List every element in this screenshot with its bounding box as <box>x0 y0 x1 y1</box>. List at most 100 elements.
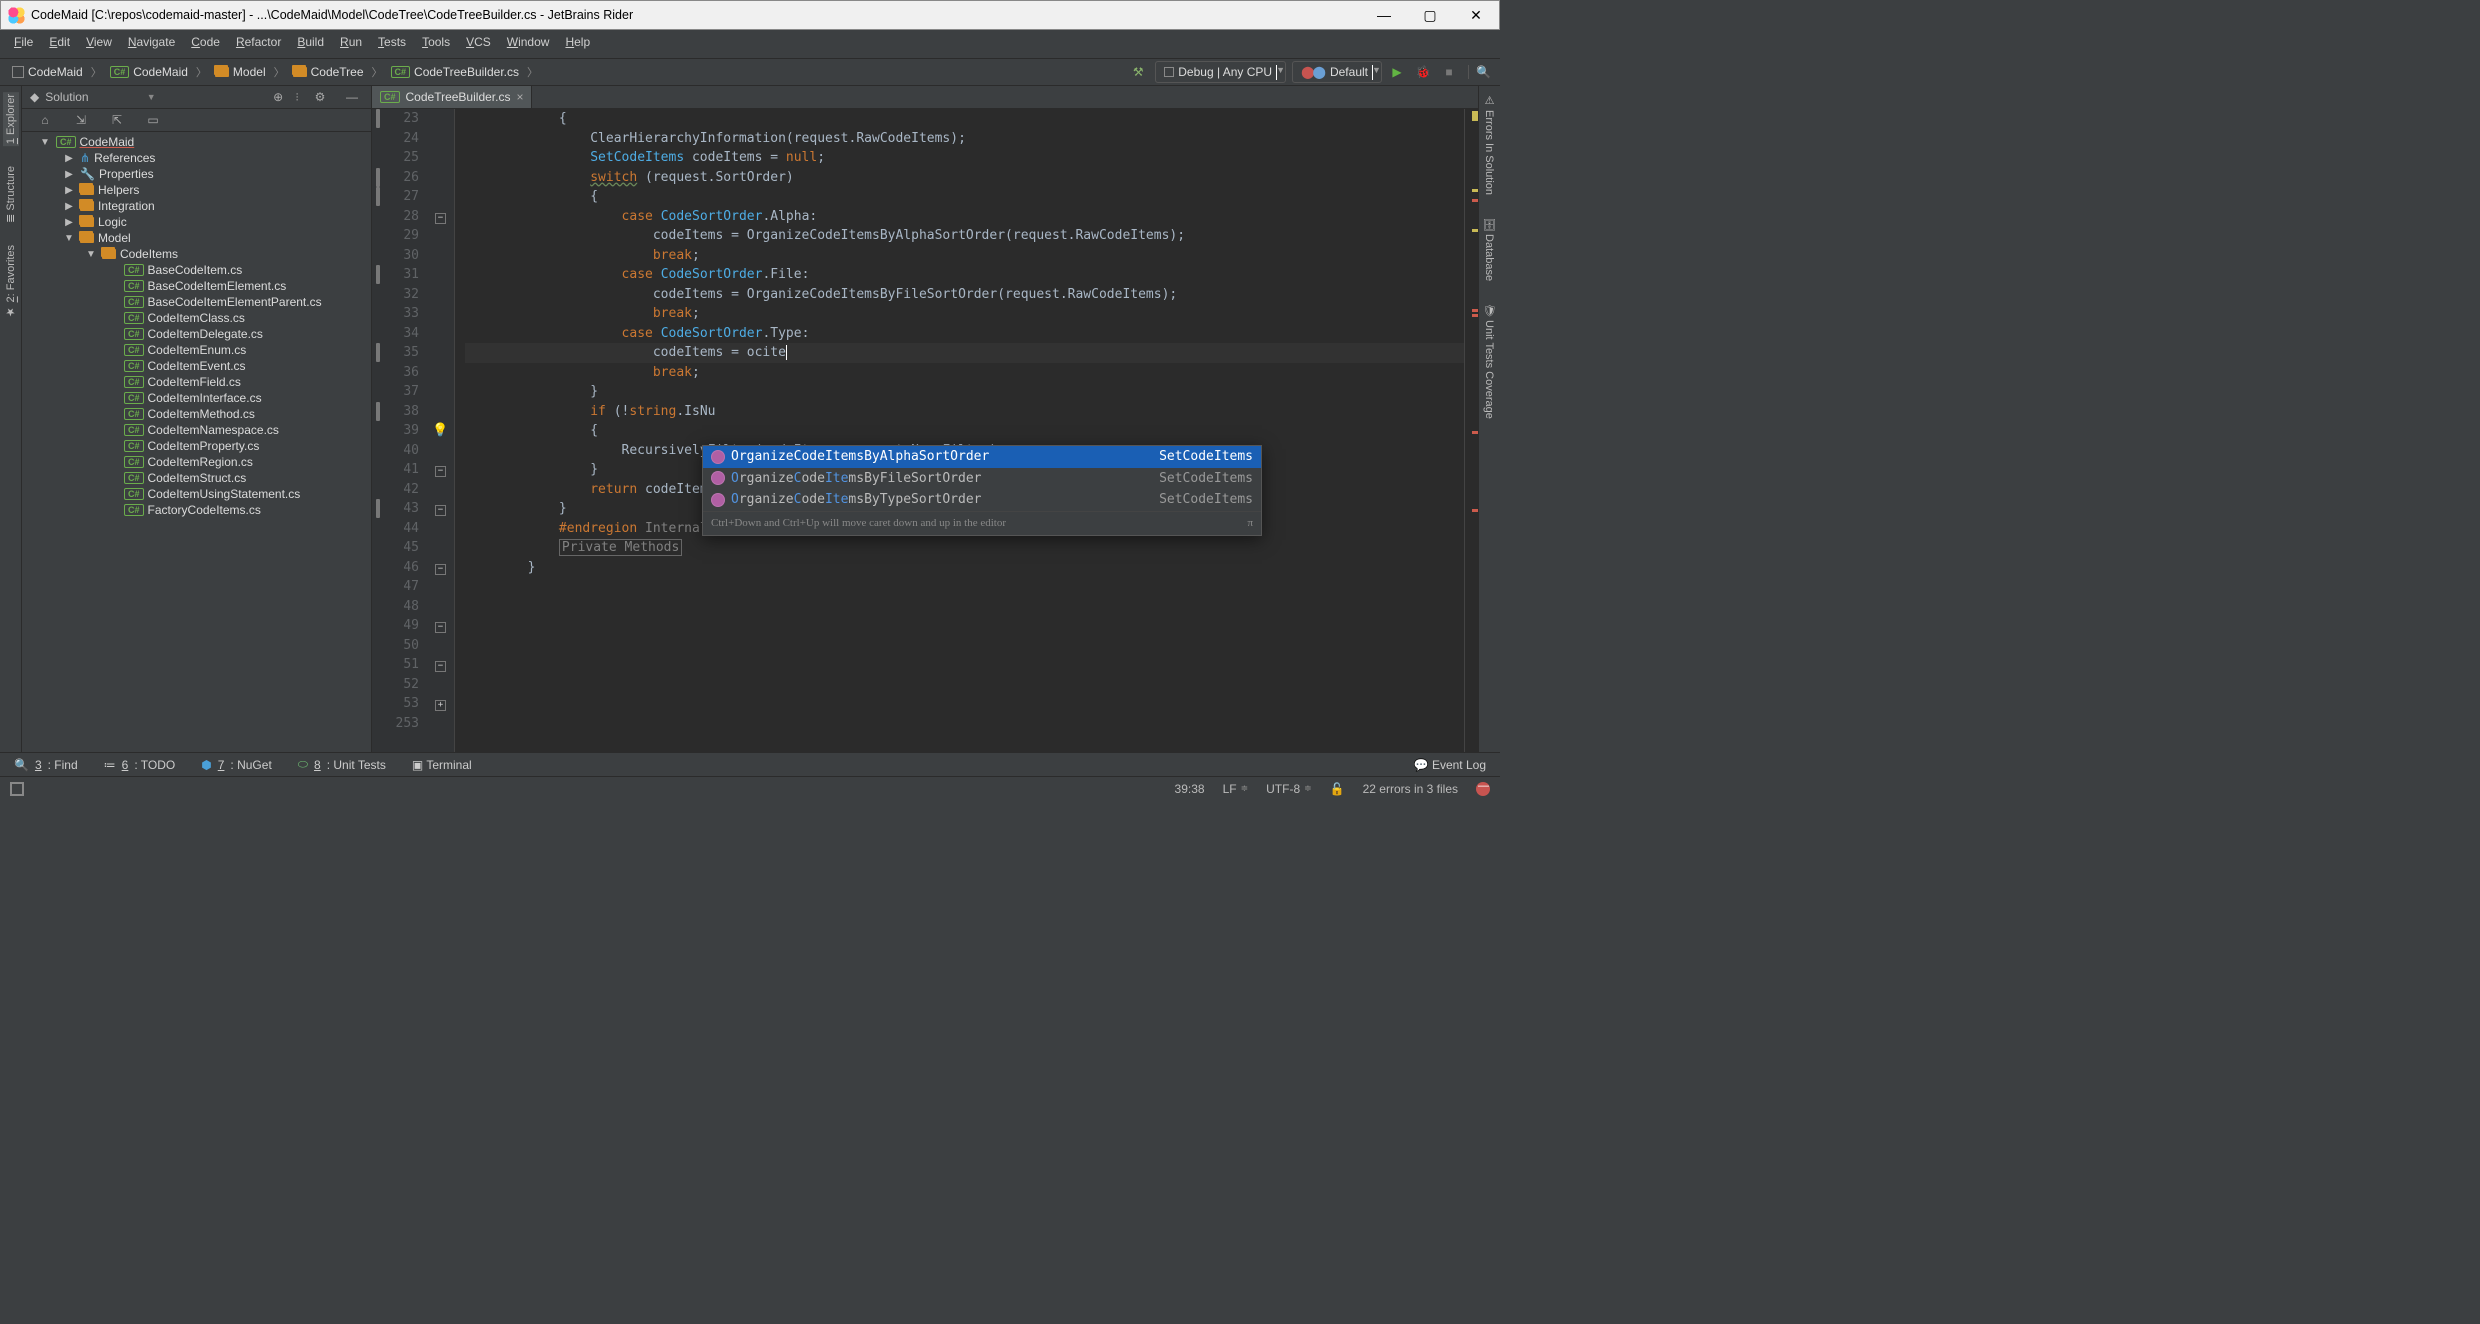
tree-item[interactable]: C# CodeItemMethod.cs <box>22 406 371 422</box>
error-indicator-icon[interactable] <box>1476 782 1490 796</box>
error-count[interactable]: 22 errors in 3 files <box>1363 782 1458 796</box>
tree-item[interactable]: C# CodeItemEnum.cs <box>22 342 371 358</box>
menu-tools[interactable]: Tools <box>416 33 456 54</box>
menu-window[interactable]: Window <box>501 33 556 54</box>
tree-item[interactable]: C# BaseCodeItemElementParent.cs <box>22 294 371 310</box>
collapse-down-icon[interactable]: ⇲ <box>70 113 92 127</box>
run-config-dropdown[interactable]: Debug | Any CPU ▼ <box>1155 61 1286 83</box>
completion-item[interactable]: OrganizeCodeItemsByAlphaSortOrderSetCode… <box>703 446 1261 468</box>
locate-icon[interactable]: ⊕ <box>267 90 289 104</box>
tool-coverage[interactable]: 🛡 Unit Tests Coverage <box>1481 301 1498 421</box>
close-button[interactable]: ✕ <box>1453 1 1499 29</box>
tree-item[interactable]: C# CodeItemUsingStatement.cs <box>22 486 371 502</box>
completion-item[interactable]: OrganizeCodeItemsByTypeSortOrderSetCodeI… <box>703 489 1261 511</box>
menu-file[interactable]: File <box>8 33 39 54</box>
solution-tree[interactable]: C# CodeMaid⋔ References🔧 Properties Help… <box>22 132 371 752</box>
breadcrumb-3[interactable]: CodeTree〉 <box>291 62 389 82</box>
tool-explorer[interactable]: 1 Explorer <box>3 92 19 146</box>
menu-vcs[interactable]: VCS <box>460 33 497 54</box>
tree-item[interactable]: Helpers <box>22 182 371 198</box>
tree-item[interactable]: C# CodeItemDelegate.cs <box>22 326 371 342</box>
completion-item[interactable]: OrganizeCodeItemsByFileSortOrderSetCodeI… <box>703 468 1261 490</box>
tool-event-log[interactable]: 💬 Event Log <box>1414 758 1486 772</box>
tree-item[interactable]: Integration <box>22 198 371 214</box>
line-ending[interactable]: LF≑ <box>1223 782 1249 796</box>
tree-item[interactable]: C# CodeItemEvent.cs <box>22 358 371 374</box>
home-icon[interactable]: ⌂ <box>34 113 56 127</box>
tool-structure[interactable]: ≣ Structure <box>2 164 19 225</box>
tool-todo[interactable]: ≔ 6: TODO <box>104 758 176 772</box>
tool-find[interactable]: 🔍 3: Find <box>14 758 78 772</box>
tree-item[interactable]: C# CodeItemProperty.cs <box>22 438 371 454</box>
title-bar: CodeMaid [C:\repos\codemaid-master] - ..… <box>0 0 1500 30</box>
editor-panel: C# CodeTreeBuilder.cs × 2324252627282930… <box>372 86 1478 752</box>
settings-icon[interactable]: ⚙ <box>309 90 331 104</box>
menu-refactor[interactable]: Refactor <box>230 33 287 54</box>
editor-tab-codetreebuilder[interactable]: C# CodeTreeBuilder.cs × <box>372 86 532 108</box>
hide-icon[interactable]: — <box>341 90 363 104</box>
breadcrumb-4[interactable]: C#CodeTreeBuilder.cs〉 <box>389 62 544 82</box>
collapse-up-icon[interactable]: ⇱ <box>106 113 128 127</box>
minimize-button[interactable]: — <box>1361 1 1407 29</box>
tree-item[interactable]: C# CodeItemField.cs <box>22 374 371 390</box>
encoding[interactable]: UTF-8≑ <box>1266 782 1312 796</box>
debug-icon[interactable]: 🐞 <box>1412 65 1434 79</box>
left-tool-strip: 1 Explorer ≣ Structure ★ 2: Favorites <box>0 86 22 752</box>
right-tool-strip: ⚠ Errors In Solution 🗄 Database 🛡 Unit T… <box>1478 86 1500 752</box>
tool-unit-tests[interactable]: ⬭ 8: Unit Tests <box>298 757 386 772</box>
menu-bar: FileEditViewNavigateCodeRefactorBuildRun… <box>0 30 1500 58</box>
window-title: CodeMaid [C:\repos\codemaid-master] - ..… <box>31 8 1361 22</box>
status-square-icon[interactable] <box>10 782 24 796</box>
tool-nuget[interactable]: ⬢ 7: NuGet <box>201 758 272 772</box>
tree-item[interactable]: C# BaseCodeItem.cs <box>22 262 371 278</box>
tool-errors[interactable]: ⚠ Errors In Solution <box>1481 92 1498 197</box>
run-profile-dropdown[interactable]: ⬤⬤ Default ▼ <box>1292 61 1382 83</box>
tree-item[interactable]: C# CodeItemClass.cs <box>22 310 371 326</box>
tree-item[interactable]: Logic <box>22 214 371 230</box>
menu-tests[interactable]: Tests <box>372 33 412 54</box>
search-icon[interactable]: 🔍 <box>1468 65 1490 79</box>
tool-database[interactable]: 🗄 Database <box>1481 215 1498 283</box>
error-stripe[interactable] <box>1464 109 1478 752</box>
tree-item[interactable]: C# FactoryCodeItems.cs <box>22 502 371 518</box>
tree-item[interactable]: C# CodeItemInterface.cs <box>22 390 371 406</box>
close-tab-icon[interactable]: × <box>516 90 523 104</box>
run-icon[interactable]: ▶ <box>1386 65 1408 79</box>
breadcrumb-2[interactable]: Model〉 <box>213 62 291 82</box>
menu-code[interactable]: Code <box>185 33 226 54</box>
code-area[interactable]: 2324252627282930313233343536373839404142… <box>372 109 1478 752</box>
tree-item[interactable]: C# BaseCodeItemElement.cs <box>22 278 371 294</box>
panel-icon[interactable]: ▭ <box>142 113 164 127</box>
run-config-label: Debug | Any CPU <box>1178 65 1272 79</box>
tree-item[interactable]: ⋔ References <box>22 150 371 166</box>
app-logo-icon <box>7 6 25 24</box>
menu-view[interactable]: View <box>80 33 118 54</box>
tool-terminal[interactable]: ▣ Terminal <box>412 758 472 772</box>
editor-tab-bar: C# CodeTreeBuilder.cs × <box>372 86 1478 109</box>
completion-popup[interactable]: OrganizeCodeItemsByAlphaSortOrderSetCode… <box>702 445 1262 536</box>
caret-position[interactable]: 39:38 <box>1175 782 1205 796</box>
breadcrumb-0[interactable]: CodeMaid〉 <box>10 62 108 82</box>
tool-favorites[interactable]: ★ 2: Favorites <box>2 243 19 321</box>
tree-item[interactable]: 🔧 Properties <box>22 166 371 182</box>
menu-edit[interactable]: Edit <box>43 33 76 54</box>
bottom-tools-bar: 🔍 3: Find ≔ 6: TODO ⬢ 7: NuGet ⬭ 8: Unit… <box>0 752 1500 776</box>
tree-item[interactable]: C# CodeItemRegion.cs <box>22 454 371 470</box>
build-icon[interactable]: ⚒ <box>1127 65 1149 79</box>
menu-build[interactable]: Build <box>291 33 330 54</box>
stop-icon[interactable]: ■ <box>1438 65 1460 79</box>
tree-item[interactable]: C# CodeItemNamespace.cs <box>22 422 371 438</box>
maximize-button[interactable]: ▢ <box>1407 1 1453 29</box>
breadcrumb-1[interactable]: C#CodeMaid〉 <box>108 62 213 82</box>
tree-item[interactable]: Model <box>22 230 371 246</box>
readonly-lock-icon[interactable]: 🔓 <box>1330 782 1345 796</box>
tree-item[interactable]: CodeItems <box>22 246 371 262</box>
solution-root[interactable]: C# CodeMaid <box>22 134 371 150</box>
solution-panel: ◆ Solution ▼ ⊕ ⁝ ⚙ — ⌂ ⇲ ⇱ ▭ C# CodeMaid… <box>22 86 372 752</box>
tree-item[interactable]: C# CodeItemStruct.cs <box>22 470 371 486</box>
menu-navigate[interactable]: Navigate <box>122 33 181 54</box>
menu-run[interactable]: Run <box>334 33 368 54</box>
editor-tab-label: CodeTreeBuilder.cs <box>406 90 511 104</box>
menu-help[interactable]: Help <box>559 33 596 54</box>
solution-title[interactable]: Solution <box>45 90 141 104</box>
